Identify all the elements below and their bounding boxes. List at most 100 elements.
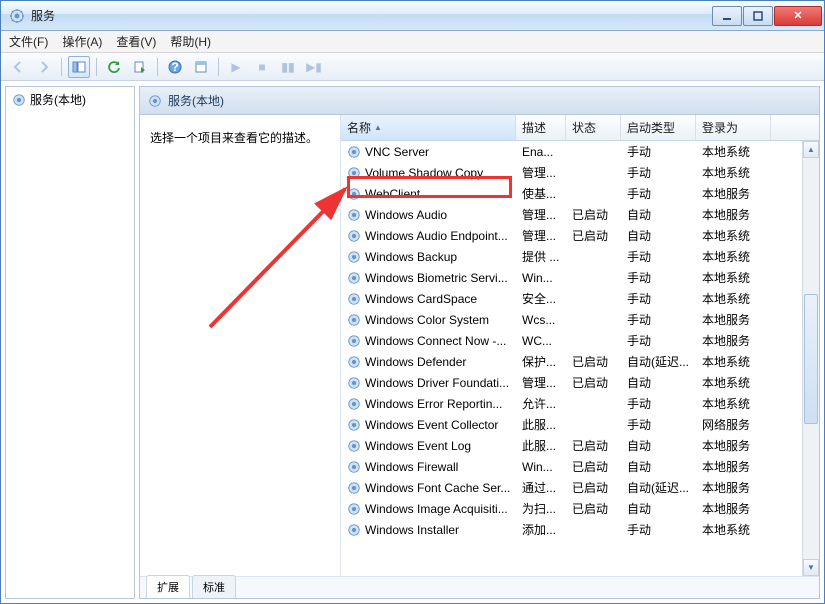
column-spacer bbox=[771, 115, 819, 140]
gear-icon bbox=[347, 502, 361, 516]
cell-name: Windows Connect Now -... bbox=[341, 334, 516, 348]
tree-pane[interactable]: 服务(本地) bbox=[5, 86, 135, 599]
cell-start: 手动 bbox=[621, 269, 696, 286]
service-row[interactable]: Volume Shadow Copy管理...手动本地系统 bbox=[341, 162, 802, 183]
service-row[interactable]: Windows Audio管理...已启动自动本地服务 bbox=[341, 204, 802, 225]
back-button[interactable] bbox=[7, 56, 29, 78]
cell-name: Windows Driver Foundati... bbox=[341, 376, 516, 390]
service-list-pane: 名称▲ 描述 状态 启动类型 登录为 VNC ServerEna...手动本地系… bbox=[340, 115, 819, 576]
window-controls: ✕ bbox=[712, 6, 822, 26]
service-row[interactable]: Windows Audio Endpoint...管理...已启动自动本地系统 bbox=[341, 225, 802, 246]
detail-pane: 服务(本地) 选择一个项目来查看它的描述。 名称▲ 描述 状态 启动类型 登录为 bbox=[139, 86, 820, 599]
cell-logon: 本地服务 bbox=[696, 458, 771, 475]
scroll-thumb[interactable] bbox=[804, 294, 818, 424]
service-row[interactable]: Windows Driver Foundati...管理...已启动自动本地系统 bbox=[341, 372, 802, 393]
cell-status: 已启动 bbox=[566, 437, 621, 454]
cell-name: Windows Font Cache Ser... bbox=[341, 481, 516, 495]
cell-logon: 本地系统 bbox=[696, 164, 771, 181]
stop-service-button[interactable]: ■ bbox=[251, 56, 273, 78]
service-row[interactable]: Windows Event Collector此服...手动网络服务 bbox=[341, 414, 802, 435]
cell-desc: 添加... bbox=[516, 521, 566, 538]
service-row[interactable]: Windows Image Acquisiti...为扫...已启动自动本地服务 bbox=[341, 498, 802, 519]
tree-root[interactable]: 服务(本地) bbox=[6, 87, 134, 112]
gear-icon bbox=[347, 376, 361, 390]
services-icon bbox=[12, 93, 26, 107]
cell-start: 手动 bbox=[621, 332, 696, 349]
tab-standard[interactable]: 标准 bbox=[192, 575, 236, 598]
restart-service-button[interactable]: ▶▮ bbox=[303, 56, 325, 78]
cell-start: 自动(延迟... bbox=[621, 353, 696, 370]
cell-desc: 此服... bbox=[516, 437, 566, 454]
menu-help[interactable]: 帮助(H) bbox=[170, 33, 211, 50]
menu-view[interactable]: 查看(V) bbox=[116, 33, 156, 50]
cell-name: Windows Defender bbox=[341, 355, 516, 369]
cell-name: Windows Color System bbox=[341, 313, 516, 327]
service-row[interactable]: Windows Biometric Servi...Win...手动本地系统 bbox=[341, 267, 802, 288]
service-row[interactable]: Windows Color SystemWcs...手动本地服务 bbox=[341, 309, 802, 330]
service-row[interactable]: Windows CardSpace安全...手动本地系统 bbox=[341, 288, 802, 309]
column-name[interactable]: 名称▲ bbox=[341, 115, 516, 140]
service-rows[interactable]: VNC ServerEna...手动本地系统Volume Shadow Copy… bbox=[341, 141, 802, 576]
help-button[interactable]: ? bbox=[164, 56, 186, 78]
scroll-up-button[interactable]: ▲ bbox=[803, 141, 819, 158]
cell-desc: Win... bbox=[516, 271, 566, 285]
cell-logon: 本地系统 bbox=[696, 269, 771, 286]
toolbar-separator bbox=[157, 58, 158, 76]
gear-icon bbox=[347, 355, 361, 369]
gear-icon bbox=[347, 229, 361, 243]
column-logon[interactable]: 登录为 bbox=[696, 115, 771, 140]
column-headers: 名称▲ 描述 状态 启动类型 登录为 bbox=[341, 115, 819, 141]
service-row[interactable]: Windows Installer添加...手动本地系统 bbox=[341, 519, 802, 540]
service-row[interactable]: Windows Defender保护...已启动自动(延迟...本地系统 bbox=[341, 351, 802, 372]
cell-start: 手动 bbox=[621, 416, 696, 433]
menu-file[interactable]: 文件(F) bbox=[9, 33, 48, 50]
refresh-button[interactable] bbox=[103, 56, 125, 78]
service-row[interactable]: VNC ServerEna...手动本地系统 bbox=[341, 141, 802, 162]
service-row[interactable]: Windows Font Cache Ser...通过...已启动自动(延迟..… bbox=[341, 477, 802, 498]
service-row[interactable]: Windows Error Reportin...允许...手动本地系统 bbox=[341, 393, 802, 414]
titlebar[interactable]: 服务 ✕ bbox=[1, 1, 824, 31]
gear-icon bbox=[347, 418, 361, 432]
scroll-track[interactable] bbox=[803, 158, 819, 293]
description-prompt: 选择一个项目来查看它的描述。 bbox=[150, 131, 318, 145]
cell-status: 已启动 bbox=[566, 206, 621, 223]
cell-start: 手动 bbox=[621, 521, 696, 538]
cell-status: 已启动 bbox=[566, 227, 621, 244]
maximize-button[interactable] bbox=[743, 6, 773, 26]
service-row[interactable]: Windows Event Log此服...已启动自动本地服务 bbox=[341, 435, 802, 456]
detail-header-title: 服务(本地) bbox=[168, 92, 224, 109]
vertical-scrollbar[interactable]: ▲ ▼ bbox=[802, 141, 819, 576]
service-row[interactable]: Windows Backup提供 ...手动本地系统 bbox=[341, 246, 802, 267]
column-desc[interactable]: 描述 bbox=[516, 115, 566, 140]
service-row[interactable]: Windows FirewallWin...已启动自动本地服务 bbox=[341, 456, 802, 477]
gear-icon bbox=[347, 250, 361, 264]
service-row[interactable]: WebClient使基...手动本地服务 bbox=[341, 183, 802, 204]
service-row[interactable]: Windows Connect Now -...WC...手动本地服务 bbox=[341, 330, 802, 351]
column-status[interactable]: 状态 bbox=[566, 115, 621, 140]
cell-start: 手动 bbox=[621, 311, 696, 328]
cell-logon: 本地系统 bbox=[696, 227, 771, 244]
column-start[interactable]: 启动类型 bbox=[621, 115, 696, 140]
sort-asc-icon: ▲ bbox=[374, 123, 382, 132]
export-list-button[interactable] bbox=[129, 56, 151, 78]
cell-logon: 本地服务 bbox=[696, 479, 771, 496]
cell-name: Windows Event Log bbox=[341, 439, 516, 453]
gear-icon bbox=[347, 271, 361, 285]
scroll-track[interactable] bbox=[803, 425, 819, 560]
forward-button[interactable] bbox=[33, 56, 55, 78]
pause-service-button[interactable]: ▮▮ bbox=[277, 56, 299, 78]
minimize-button[interactable] bbox=[712, 6, 742, 26]
scroll-down-button[interactable]: ▼ bbox=[803, 559, 819, 576]
start-service-button[interactable]: ▶ bbox=[225, 56, 247, 78]
menu-action[interactable]: 操作(A) bbox=[62, 33, 102, 50]
detail-body: 选择一个项目来查看它的描述。 名称▲ 描述 状态 启动类型 登录为 VNC Se… bbox=[140, 115, 819, 576]
cell-name: Windows CardSpace bbox=[341, 292, 516, 306]
cell-desc: 保护... bbox=[516, 353, 566, 370]
tab-extended[interactable]: 扩展 bbox=[146, 575, 190, 598]
cell-logon: 本地系统 bbox=[696, 248, 771, 265]
close-button[interactable]: ✕ bbox=[774, 6, 822, 26]
properties-button[interactable] bbox=[190, 56, 212, 78]
cell-logon: 本地系统 bbox=[696, 353, 771, 370]
cell-logon: 本地系统 bbox=[696, 143, 771, 160]
show-hide-tree-button[interactable] bbox=[68, 56, 90, 78]
